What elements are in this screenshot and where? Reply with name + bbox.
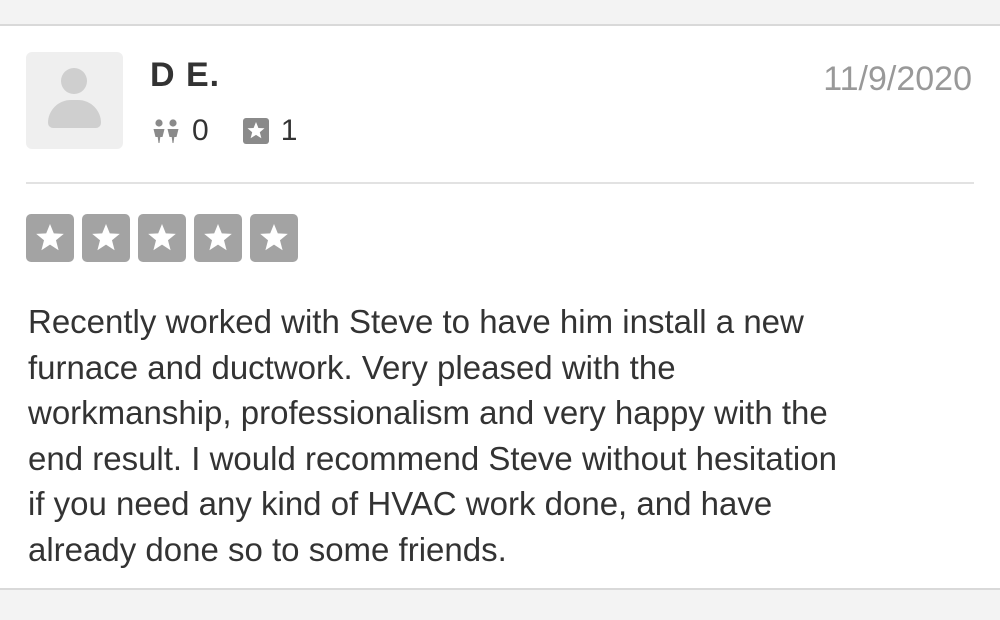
review-card: D E. 11/9/2020 0 1 Recently worked with … (0, 24, 1000, 590)
user-stats: 0 1 (152, 114, 297, 148)
divider (26, 182, 974, 184)
star-icon (36, 224, 64, 251)
star-icon (92, 224, 120, 251)
star-icon (204, 224, 232, 251)
rating-star-2 (82, 214, 130, 262)
user-name[interactable]: D E. (150, 56, 220, 95)
rating-star-1 (26, 214, 74, 262)
reviews-count: 1 (280, 114, 298, 147)
review-date: 11/9/2020 (823, 60, 972, 98)
user-silhouette-body (48, 100, 101, 128)
friends-count: 0 (192, 114, 209, 147)
user-silhouette-icon (61, 68, 87, 94)
star-badge-icon (242, 118, 269, 144)
friends-stat: 0 (152, 114, 209, 148)
review-text: Recently worked with Steve to have him i… (28, 303, 837, 568)
friends-icon (153, 119, 179, 143)
reviews-stat: 1 (242, 114, 298, 148)
rating-star-5 (250, 214, 298, 262)
rating-star-3 (138, 214, 186, 262)
rating-star-4 (194, 214, 242, 262)
star-rating (26, 214, 306, 262)
star-icon (148, 224, 176, 251)
star-icon (260, 224, 288, 251)
avatar[interactable] (26, 52, 123, 149)
